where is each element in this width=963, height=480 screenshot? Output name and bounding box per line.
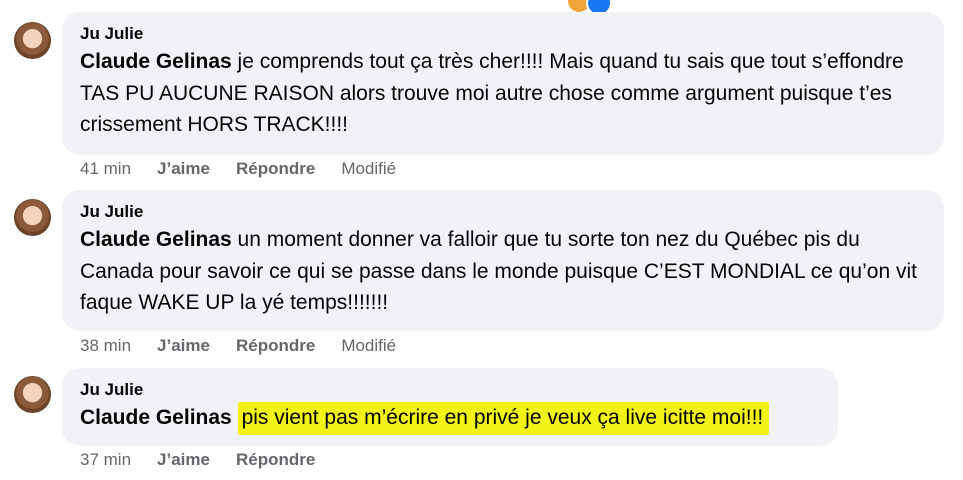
comment-actions: 38 min J’aime Répondre Modifié bbox=[80, 336, 422, 356]
edited-label: Modifié bbox=[341, 159, 397, 178]
comment-author[interactable]: Ju Julie bbox=[80, 380, 822, 400]
comment-bubble: Ju Julie Claude Gelinas je comprends tou… bbox=[62, 12, 944, 155]
mention-link[interactable]: Claude Gelinas bbox=[80, 406, 232, 429]
reply-button[interactable]: Répondre bbox=[236, 159, 315, 179]
reply-button[interactable]: Répondre bbox=[236, 336, 315, 356]
comment-bubble: Ju Julie Claude Gelinas pis vient pas m’… bbox=[62, 368, 838, 446]
comment-author[interactable]: Ju Julie bbox=[80, 202, 928, 222]
comment-time[interactable]: 38 min bbox=[80, 336, 131, 356]
comment-author[interactable]: Ju Julie bbox=[80, 24, 928, 44]
like-button[interactable]: J’aime bbox=[157, 450, 210, 470]
reply-button[interactable]: Répondre bbox=[236, 450, 315, 470]
comment-actions: 37 min J’aime Répondre bbox=[80, 450, 341, 470]
avatar[interactable] bbox=[14, 22, 51, 59]
like-button[interactable]: J’aime bbox=[157, 159, 210, 179]
mention-link[interactable]: Claude Gelinas bbox=[80, 228, 232, 251]
comment-time[interactable]: 41 min bbox=[80, 159, 131, 179]
avatar[interactable] bbox=[14, 199, 51, 236]
comment-time[interactable]: 37 min bbox=[80, 450, 131, 470]
like-button[interactable]: J’aime bbox=[157, 336, 210, 356]
mention-link[interactable]: Claude Gelinas bbox=[80, 50, 232, 73]
reaction-icons[interactable] bbox=[568, 0, 620, 16]
highlighted-comment-body: pis vient pas m’écrire en privé je veux … bbox=[237, 402, 770, 435]
edited-label: Modifié bbox=[341, 336, 397, 355]
comment-text: Claude Gelinas pis vient pas m’écrire en… bbox=[80, 402, 822, 435]
comment-bubble: Ju Julie Claude Gelinas un moment donner… bbox=[62, 190, 944, 331]
avatar[interactable] bbox=[14, 376, 51, 413]
comment-actions: 41 min J’aime Répondre Modifié bbox=[80, 159, 422, 179]
comment-text: Claude Gelinas un moment donner va fallo… bbox=[80, 224, 928, 319]
comment-text: Claude Gelinas je comprends tout ça très… bbox=[80, 46, 928, 141]
